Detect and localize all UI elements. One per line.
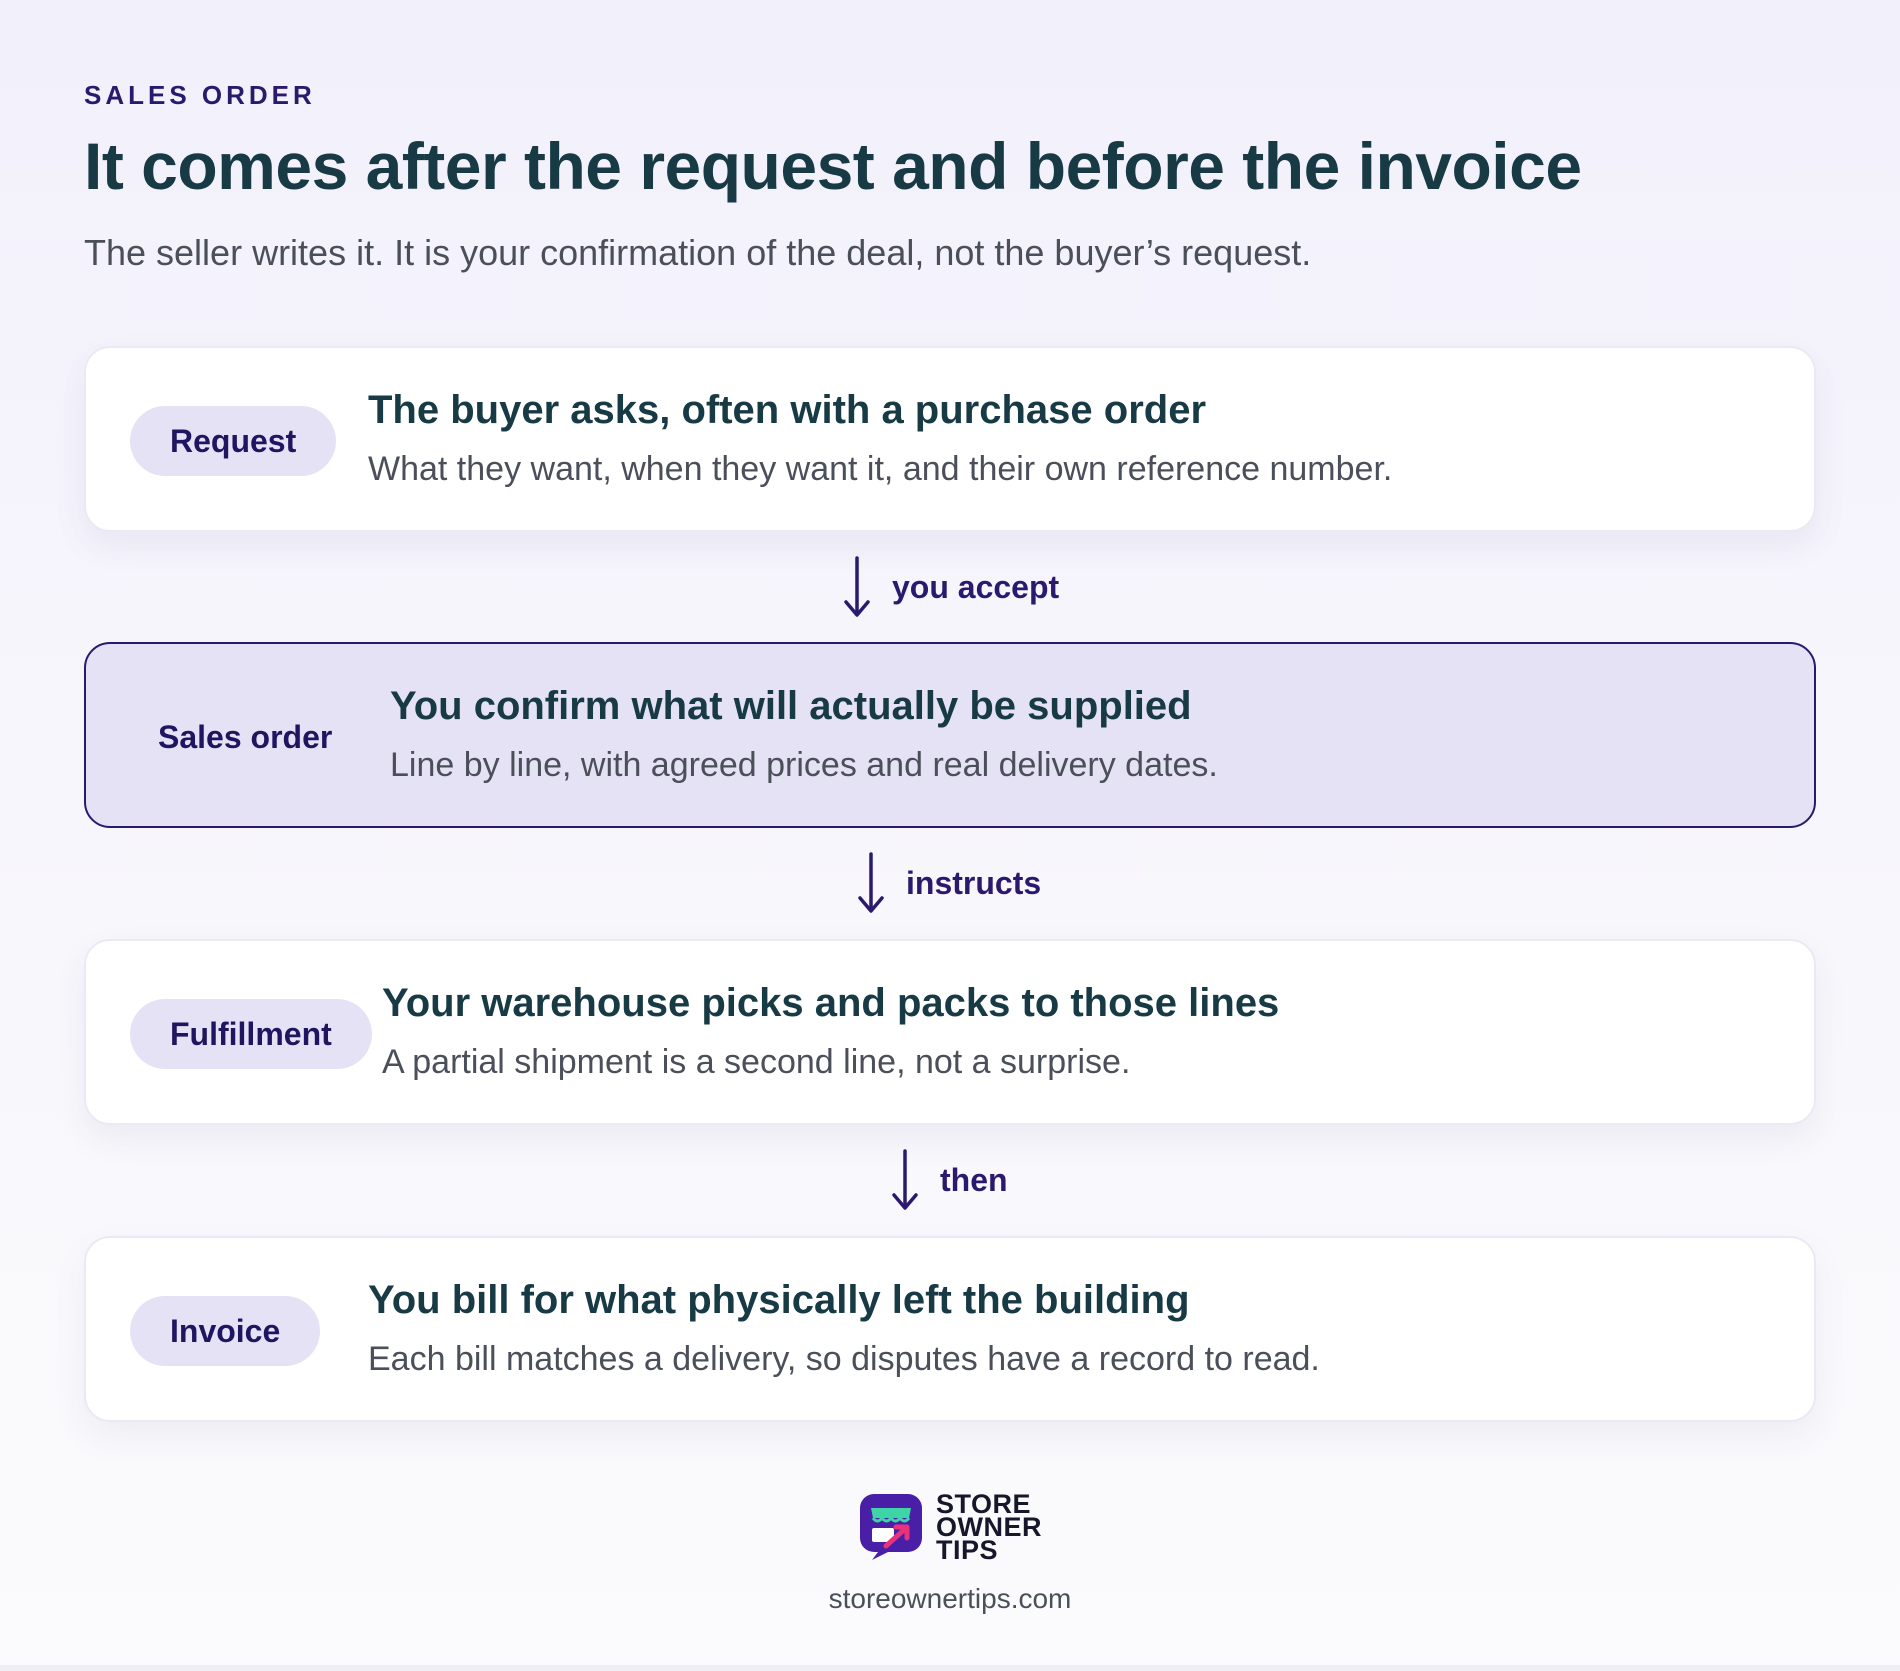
step-tag: Invoice [130, 1296, 321, 1366]
brand-wordmark: STORE OWNER TIPS [936, 1490, 1042, 1565]
step-card-fulfillment: Fulfillment Your warehouse picks and pac… [84, 939, 1816, 1125]
connector-then: then [890, 1147, 1008, 1213]
arrow-down-icon [892, 1149, 918, 1210]
arrow-down-icon [858, 852, 884, 913]
step-title: You bill for what physically left the bu… [368, 1278, 1190, 1322]
step-tag: Request [130, 406, 337, 476]
step-description: Line by line, with agreed prices and rea… [390, 746, 1218, 784]
connector-you-accept: you accept [842, 554, 1059, 620]
connector-instructs: instructs [856, 850, 1041, 916]
bottom-divider [0, 1665, 1900, 1671]
step-title: Your warehouse picks and packs to those … [382, 981, 1280, 1025]
step-description: What they want, when they want it, and t… [368, 450, 1393, 488]
step-tag: Sales order [158, 719, 333, 755]
brand-logo: STORE OWNER TIPS [858, 1490, 1042, 1565]
connector-label: then [940, 1161, 1008, 1198]
step-card-request: Request The buyer asks, often with a pur… [84, 346, 1816, 532]
infographic: SALES ORDER It comes after the request a… [0, 0, 1900, 1671]
arrow-down-icon [844, 556, 870, 617]
footer-url[interactable]: storeownertips.com [0, 1583, 1900, 1615]
step-tag: Fulfillment [130, 999, 372, 1069]
step-description: A partial shipment is a second line, not… [382, 1043, 1131, 1081]
connector-label: instructs [906, 864, 1042, 901]
brand-word: TIPS [936, 1534, 999, 1565]
step-card-invoice: Invoice You bill for what physically lef… [84, 1236, 1816, 1422]
storefront-logo-icon [860, 1494, 922, 1560]
page-title: It comes after the request and before th… [84, 129, 1582, 203]
eyebrow-label: SALES ORDER [84, 80, 316, 110]
connector-label: you accept [892, 568, 1060, 605]
step-title: You confirm what will actually be suppli… [390, 684, 1192, 728]
footer: STORE OWNER TIPS storeownertips.com [0, 1490, 1900, 1615]
page-subtitle: The seller writes it. It is your confirm… [84, 232, 1312, 273]
step-title: The buyer asks, often with a purchase or… [368, 388, 1207, 432]
step-card-sales-order: Sales order You confirm what will actual… [84, 642, 1816, 828]
step-description: Each bill matches a delivery, so dispute… [368, 1340, 1320, 1378]
